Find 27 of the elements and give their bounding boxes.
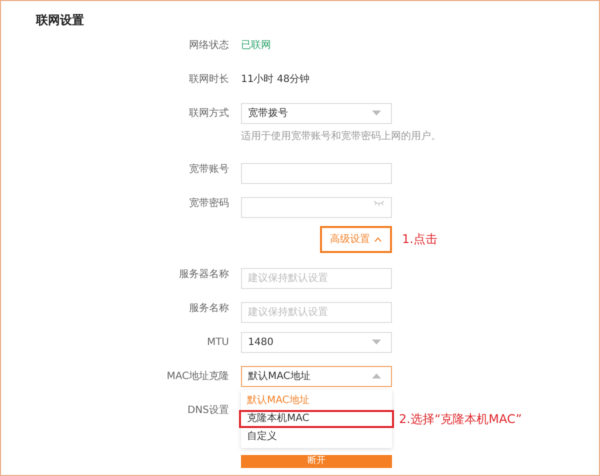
annotation-text: 2.选择“克隆本机MAC” <box>399 410 522 428</box>
page-title: 联网设置 <box>36 13 84 27</box>
input-field[interactable]: 建议保持默认设置 <box>241 302 392 322</box>
select-field[interactable]: 默认MAC地址 <box>241 366 392 386</box>
field-label: MTU <box>206 336 229 350</box>
dropdown-option[interactable]: 克隆本机MAC <box>239 410 394 428</box>
annotation-text: 1.点击 <box>402 231 438 248</box>
select-field[interactable]: 宽带拨号 <box>241 102 392 124</box>
password-field[interactable] <box>241 196 392 218</box>
chevron-up-icon <box>374 236 382 242</box>
field-label: 宽带账号 <box>189 162 229 176</box>
field-label: 服务名称 <box>189 302 229 316</box>
hint-text: 适用于使用宽带账号和宽带密码上网的用户。 <box>241 130 441 144</box>
field-label: DNS设置 <box>187 404 229 418</box>
input-field[interactable]: 建议保持默认设置 <box>241 268 392 288</box>
select-field[interactable]: 1480 <box>241 332 392 352</box>
field-label: 联网时长 <box>189 72 229 86</box>
field-label: 服务器名称 <box>179 268 229 282</box>
field-value: 已联网 <box>241 38 271 52</box>
field-label: 联网方式 <box>189 106 229 120</box>
eye-closed-icon[interactable] <box>374 200 384 206</box>
field-label: MAC地址克隆 <box>166 370 229 384</box>
input-field[interactable] <box>241 162 392 184</box>
field-label: 网络状态 <box>189 38 229 52</box>
field-value: 11小时 48分钟 <box>241 72 310 86</box>
field-label: 宽带密码 <box>189 196 229 210</box>
dropdown-option[interactable]: 自定义 <box>241 428 392 446</box>
